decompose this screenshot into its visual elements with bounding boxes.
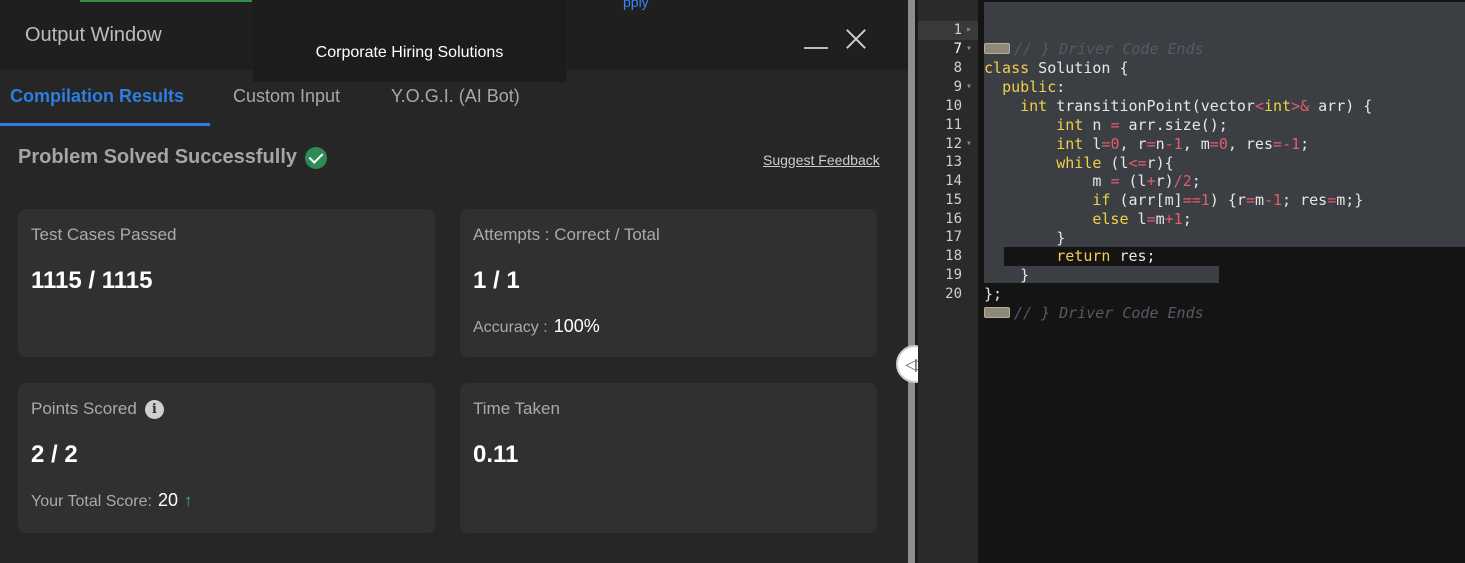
tab-custom-input[interactable]: Custom Input	[233, 86, 340, 107]
code-line[interactable]: 17 return res;	[918, 209, 1465, 265]
code-line[interactable]: 15 else l=m+1;	[918, 172, 1465, 228]
result-tabs: Compilation Results Custom Input Y.O.G.I…	[0, 70, 908, 126]
progress-accent-line	[80, 0, 252, 2]
attempts-label: Attempts : Correct / Total	[473, 225, 660, 244]
accuracy-value: 100%	[553, 316, 600, 336]
status-text: Problem Solved Successfully	[18, 146, 297, 168]
code-line[interactable]: 1 ▸ // } Driver Code Ends	[918, 2, 1465, 58]
code-comment: // } Driver Code Ends	[1014, 303, 1204, 322]
code-editor[interactable]: 1 ▸ // } Driver Code Ends 7 ▾ class Soluti…	[918, 0, 1465, 563]
popover-label[interactable]: Corporate Hiring Solutions	[253, 44, 566, 62]
code-line[interactable]: 16 }	[918, 191, 1465, 247]
accuracy-row: Accuracy : 100%	[473, 316, 600, 337]
suggest-feedback-link[interactable]: Suggest Feedback	[763, 152, 880, 168]
attempts-card: Attempts : Correct / Total 1 / 1 Accurac…	[460, 209, 877, 357]
time-value: 0.11	[473, 441, 519, 468]
points-value: 2 / 2	[31, 441, 78, 468]
code-line[interactable]: 7 ▾ class Solution {	[918, 21, 1465, 77]
line-number: 20	[945, 285, 962, 302]
info-icon[interactable]: i	[144, 399, 164, 419]
test-cases-card: Test Cases Passed 1115 / 1115	[18, 209, 435, 357]
code-line[interactable]: 13 m = (l+r)/2;	[918, 134, 1465, 190]
points-label: Points Scored	[31, 399, 137, 418]
accuracy-label: Accuracy :	[473, 319, 548, 336]
total-score-value: 20	[157, 490, 178, 510]
total-score-row: Your Total Score: 20 ↑	[31, 490, 193, 511]
panel-splitter[interactable]	[908, 0, 915, 563]
code-line[interactable]: 11 int l=0, r=n-1, m=0, res=-1;	[918, 97, 1465, 153]
code-line[interactable]: 8 public:	[918, 40, 1465, 96]
arrow-up-icon: ↑	[184, 491, 193, 510]
test-cases-label: Test Cases Passed	[31, 225, 177, 244]
tab-compilation-results[interactable]: Compilation Results	[10, 86, 184, 107]
attempts-value: 1 / 1	[473, 267, 520, 294]
output-window-title: Output Window	[25, 24, 162, 46]
total-score-label: Your Total Score:	[31, 493, 152, 510]
code-line[interactable]: 20 // } Driver Code Ends	[918, 266, 1465, 322]
code-line[interactable]: 19 };	[918, 247, 1465, 303]
folded-code-icon[interactable]	[984, 306, 1010, 318]
code-line[interactable]: 10 int n = arr.size();	[918, 78, 1465, 134]
tab-yogi-ai-bot[interactable]: Y.O.G.I. (AI Bot)	[391, 86, 520, 107]
code-line[interactable]: 14 if (arr[m]==1) {r=m-1; res=m;}	[918, 153, 1465, 209]
output-window: Output Window pply Corporate Hiring Solu…	[0, 0, 908, 563]
popover-link-text[interactable]: pply	[623, 0, 649, 10]
active-tab-indicator	[0, 123, 210, 126]
points-label-row: Points Scored i	[31, 399, 164, 419]
time-card: Time Taken 0.11	[460, 383, 877, 533]
status-heading: Problem Solved Successfully	[18, 146, 327, 169]
minimize-icon[interactable]	[804, 47, 828, 49]
check-circle-icon	[305, 146, 327, 169]
test-cases-value: 1115 / 1115	[31, 267, 153, 294]
close-icon[interactable]	[843, 26, 869, 52]
code-line[interactable]: 9 ▾ int transitionPoint(vector<int>& arr)…	[918, 59, 1465, 115]
points-card: Points Scored i 2 / 2 Your Total Score: …	[18, 383, 435, 533]
code-line[interactable]: 12 ▾ while (l<=r){	[918, 116, 1465, 172]
code-line[interactable]: 18 }	[918, 228, 1465, 284]
time-label: Time Taken	[473, 399, 560, 418]
